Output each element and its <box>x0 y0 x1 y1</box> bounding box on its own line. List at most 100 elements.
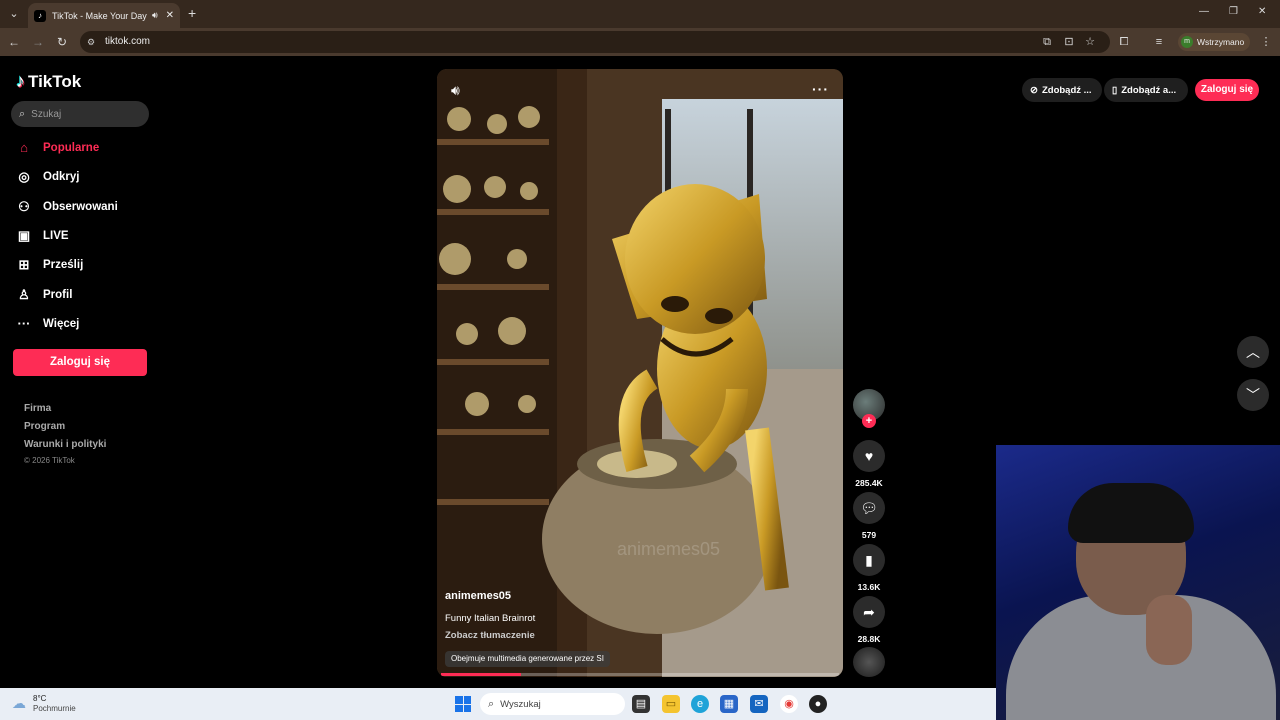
previous-video-button[interactable]: ︿ <box>1237 336 1269 368</box>
footer-link-terms[interactable]: Warunki i polityki <box>24 439 106 450</box>
tiktok-icon: ♪ <box>34 9 46 22</box>
share-action[interactable]: ➦ 28.8K <box>853 596 885 644</box>
task-view-icon[interactable]: ▤ <box>632 695 650 713</box>
close-window-button[interactable]: ✕ <box>1258 6 1266 17</box>
sidebar-item-label: Obserwowani <box>43 201 118 213</box>
url-text: tiktok.com <box>105 36 151 47</box>
translate-link[interactable]: Zobacz tłumaczenie <box>445 630 535 641</box>
bookmark-icon[interactable]: ▮ <box>853 544 885 576</box>
chrome-icon[interactable]: ◉ <box>780 695 798 713</box>
sidebar-item-profile[interactable]: ♙ Profil <box>16 286 72 304</box>
video-description: Funny Italian Brainrot <box>445 613 536 624</box>
comment-icon[interactable]: 💬︎ <box>853 492 885 524</box>
footer-link-program[interactable]: Program <box>24 421 65 432</box>
app-icon[interactable]: ● <box>809 695 827 713</box>
footer-link-company[interactable]: Firma <box>24 403 51 414</box>
more-options-icon[interactable]: ··· <box>812 81 829 97</box>
tab-title: TikTok - Make Your Day <box>52 10 147 21</box>
browser-menu-icon[interactable]: ⋮ <box>1259 35 1273 49</box>
bookmark-star-icon[interactable]: ☆ <box>1083 35 1097 49</box>
video-progress-bar[interactable] <box>441 673 839 676</box>
edge-icon[interactable]: e <box>691 695 709 713</box>
coin-icon: ⊘ <box>1030 84 1038 96</box>
video-frame <box>437 69 843 677</box>
webcam-hand <box>1146 595 1192 665</box>
following-icon: ⚇ <box>18 199 30 214</box>
save-count: 13.6K <box>857 582 881 592</box>
like-action[interactable]: ♥ 285.4K <box>853 440 885 488</box>
new-tab-button[interactable]: + <box>188 5 202 21</box>
windows-start-icon[interactable] <box>455 696 471 712</box>
sidebar-item-label: Popularne <box>43 142 100 154</box>
get-coins-label: Zdobądź ... <box>1041 84 1092 96</box>
minimize-button[interactable]: — <box>1199 6 1209 17</box>
restore-button[interactable]: ❐ <box>1229 6 1238 17</box>
install-app-icon[interactable]: ⊡ <box>1062 35 1076 49</box>
reading-list-icon[interactable]: ≡ <box>1152 35 1166 49</box>
profile-button[interactable]: m Wstrzymano <box>1178 33 1250 51</box>
browser-tab[interactable]: ♪ TikTok - Make Your Day 🔊︎ ✕ <box>28 3 180 28</box>
sidebar-item-following[interactable]: ⚇ Obserwowani <box>16 198 118 216</box>
music-disc-icon[interactable] <box>853 647 885 677</box>
search-icon: ⌕ <box>488 697 495 710</box>
volume-icon[interactable]: 🔊︎ <box>451 82 460 99</box>
video-username[interactable]: animemes05 <box>445 590 511 602</box>
heart-icon[interactable]: ♥ <box>853 440 885 472</box>
share-count: 28.8K <box>857 634 881 644</box>
phone-icon: ▯ <box>1112 84 1118 96</box>
sidebar-item-label: Więcej <box>43 318 80 330</box>
like-count: 285.4K <box>855 478 883 488</box>
header-login-button[interactable]: Zaloguj się <box>1195 79 1259 101</box>
search-input[interactable]: ⌕ Szukaj <box>11 101 149 127</box>
more-icon: ··· <box>17 316 31 331</box>
sidebar-item-label: Profil <box>43 289 73 301</box>
back-icon[interactable]: ← <box>6 34 22 50</box>
get-coins-button[interactable]: ⊘ Zdobądź ... <box>1022 78 1102 102</box>
taskbar: ☁ 8°C Pochmurnie ⌕ Wyszukaj ▤ ▭ e ▦ ✉ ◉ … <box>0 688 996 720</box>
comment-action[interactable]: 💬︎ 579 <box>853 492 885 540</box>
sidebar-item-upload[interactable]: ⊞ Prześlij <box>16 256 84 274</box>
site-info-icon[interactable]: ⚙ <box>87 36 99 48</box>
profile-label: Wstrzymano <box>1197 37 1245 47</box>
video-watermark: animemes05 <box>617 539 721 559</box>
speaker-icon[interactable]: 🔊︎ <box>152 10 158 21</box>
close-tab-icon[interactable]: ✕ <box>166 10 174 21</box>
translate-icon[interactable]: ⧉ <box>1040 35 1054 49</box>
weather-state[interactable]: Pochmurnie <box>33 704 76 713</box>
profile-icon: ♙ <box>18 287 30 302</box>
address-bar[interactable]: ⚙ tiktok.com <box>80 31 1110 53</box>
next-video-button[interactable]: ﹀ <box>1237 379 1269 411</box>
home-icon: ⌂ <box>20 140 28 155</box>
weather-temperature[interactable]: 8°C <box>33 694 46 703</box>
extensions-icon[interactable]: ⧠ <box>1117 35 1131 49</box>
file-explorer-icon[interactable]: ▭ <box>662 695 680 713</box>
progress-fill <box>441 673 521 676</box>
get-app-label: Zdobądź a... <box>1121 84 1177 96</box>
get-app-button[interactable]: ▯ Zdobądź a... <box>1104 78 1188 102</box>
forward-icon[interactable]: → <box>30 34 46 50</box>
compass-icon: ◎ <box>18 169 30 184</box>
search-icon: ⌕ <box>19 107 26 120</box>
share-icon[interactable]: ➦ <box>853 596 885 628</box>
avatar: m <box>1181 36 1193 48</box>
save-action[interactable]: ▮ 13.6K <box>853 544 885 592</box>
copyright: © 2026 TikTok <box>24 456 75 465</box>
tab-search-icon[interactable]: ⌄ <box>6 6 22 22</box>
sidebar-item-label: Odkryj <box>43 171 80 183</box>
follow-plus-icon[interactable]: + <box>862 414 876 428</box>
sidebar-item-more[interactable]: ··· Więcej <box>16 315 80 333</box>
store-icon[interactable]: ▦ <box>720 695 738 713</box>
tiktok-icon: ♪ <box>16 71 25 91</box>
tiktok-logo[interactable]: ♪ TikTok <box>16 71 81 92</box>
outlook-icon[interactable]: ✉ <box>750 695 768 713</box>
video-player[interactable]: animemes05 🔊︎ ··· animemes05 Funny Itali… <box>437 69 843 677</box>
sidebar-login-button[interactable]: Zaloguj się <box>13 349 147 376</box>
taskbar-search-input[interactable]: ⌕ Wyszukaj <box>480 693 625 715</box>
sidebar-item-label: LIVE <box>43 230 69 242</box>
search-placeholder: Szukaj <box>31 108 62 120</box>
reload-icon[interactable]: ↻ <box>54 34 70 50</box>
sidebar-item-explore[interactable]: ◎ Odkryj <box>16 168 79 186</box>
sidebar-item-live[interactable]: ▣ LIVE <box>16 227 69 245</box>
cloud-icon[interactable]: ☁ <box>12 696 30 710</box>
sidebar-item-popular[interactable]: ⌂ Popularne <box>16 139 99 157</box>
